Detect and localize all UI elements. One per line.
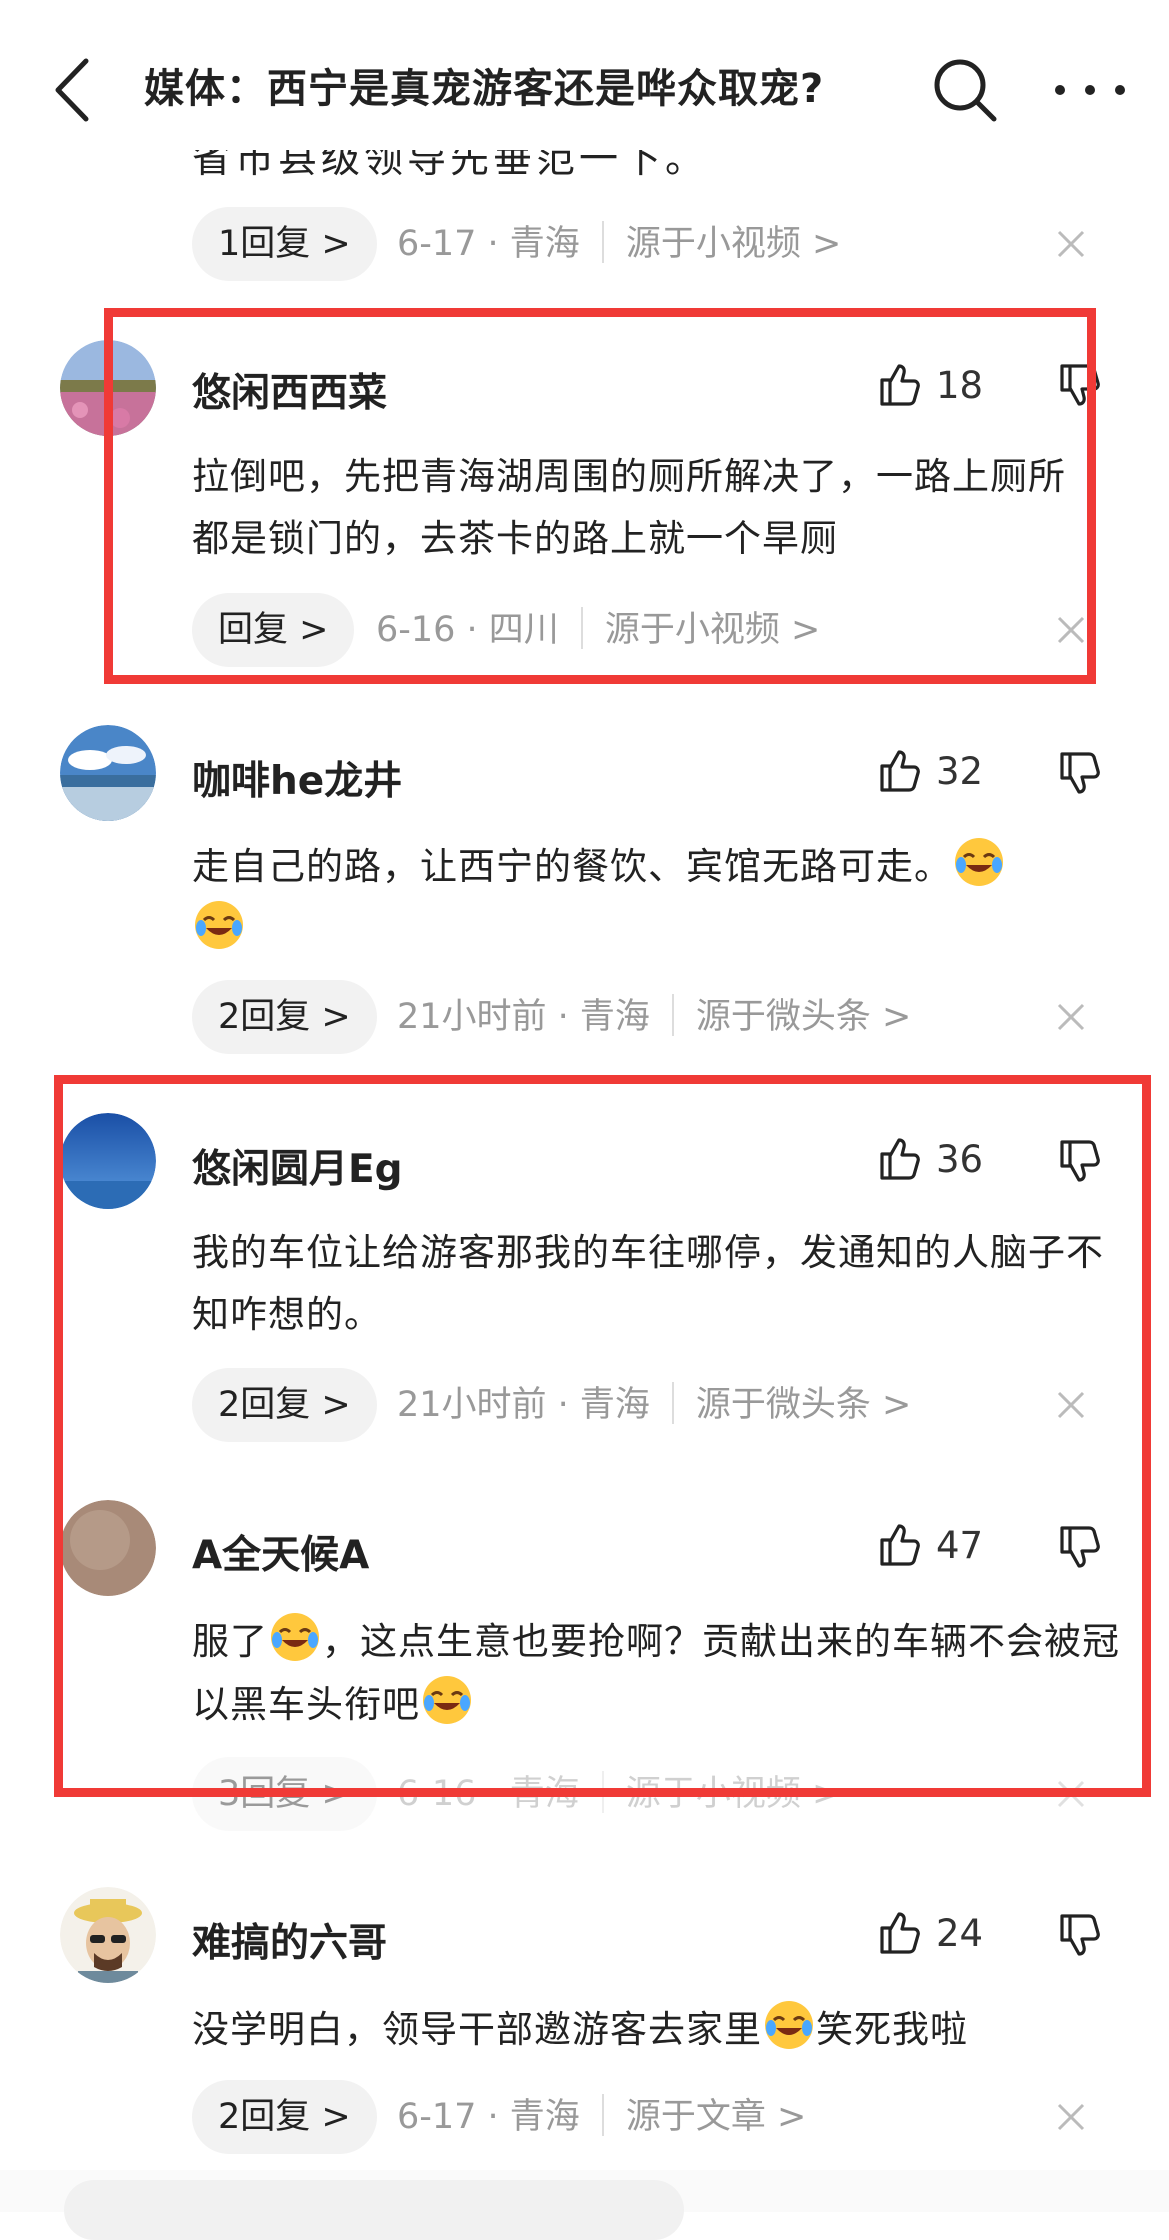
comment-text-part: 没学明白，领导干部邀游客去家里: [192, 2008, 762, 2051]
meta-info: 6-16 · 青海 源于小视频 >: [397, 1757, 841, 1831]
meta-info: 6-17 · 青海 源于文章 >: [397, 2080, 806, 2154]
comment-text-content: 走自己的路，让西宁的餐饮、宾馆无路可走。: [192, 845, 952, 888]
avatar[interactable]: [60, 340, 156, 436]
crying-laughing-emoji: [195, 901, 243, 949]
close-icon[interactable]: [1056, 2102, 1086, 2132]
comment-meta: 1回复 > 6-17 · 青海 源于小视频 >: [192, 207, 1132, 281]
meta-info: 21小时前 · 青海 源于微头条 >: [397, 1368, 911, 1442]
username[interactable]: 咖啡he龙井: [192, 750, 402, 806]
meta-info: 6-16 · 四川 源于小视频 >: [376, 593, 820, 667]
thumbs-down-icon[interactable]: [1056, 1912, 1104, 1960]
date-location: 21小时前 · 青海: [397, 1385, 650, 1425]
date-location: 21小时前 · 青海: [397, 997, 650, 1037]
reply-button[interactable]: 2回复 >: [192, 1368, 377, 1442]
username[interactable]: 难搞的六哥: [192, 1912, 387, 1968]
username[interactable]: A全天候A: [192, 1524, 369, 1580]
divider: [671, 1382, 674, 1424]
page-title: 媒体：西宁是真宠游客还是哗众取宠?: [144, 66, 825, 112]
comment-text: 没学明白，领导干部邀游客去家里 笑死我啦: [192, 1998, 1132, 2061]
divider: [671, 994, 674, 1036]
search-icon[interactable]: [930, 55, 1000, 125]
reply-button[interactable]: 2回复 >: [192, 980, 377, 1054]
reply-button[interactable]: 回复 >: [192, 593, 355, 667]
source-link[interactable]: 源于小视频 >: [626, 1774, 841, 1814]
thumbs-up-icon[interactable]: [876, 1908, 924, 1956]
comment-text-part: 服了: [192, 1620, 268, 1663]
crying-laughing-emoji: [423, 1676, 471, 1724]
source-link[interactable]: 源于文章 >: [626, 2097, 806, 2137]
like-count: 24: [936, 1912, 984, 1955]
date-location: 6-16 · 青海: [397, 1774, 580, 1814]
thumbs-up-icon[interactable]: [876, 360, 924, 408]
like-count: 47: [936, 1524, 984, 1567]
comment-text-part: 笑死我啦: [816, 2008, 968, 2051]
date-location: 6-16 · 四川: [376, 610, 559, 650]
like-count: 18: [936, 364, 984, 407]
comment-meta: 3回复 > 6-16 · 青海 源于小视频 >: [192, 1757, 1132, 1831]
close-icon[interactable]: [1056, 1390, 1086, 1420]
more-icon[interactable]: [1050, 80, 1130, 100]
avatar[interactable]: [60, 1500, 156, 1596]
reply-button[interactable]: 2回复 >: [192, 2080, 377, 2154]
reply-button[interactable]: 1回复 >: [192, 207, 377, 281]
meta-info: 21小时前 · 青海 源于微头条 >: [397, 980, 911, 1054]
crying-laughing-emoji: [271, 1613, 319, 1661]
date-location: 6-17 · 青海: [397, 2097, 580, 2137]
back-arrow-icon[interactable]: [48, 55, 98, 125]
username[interactable]: 悠闲西西菜: [192, 362, 387, 418]
like-count: 32: [936, 750, 984, 793]
source-link[interactable]: 源于微头条 >: [696, 997, 911, 1037]
crying-laughing-emoji: [765, 2001, 813, 2049]
avatar[interactable]: [60, 725, 156, 821]
divider: [601, 221, 604, 263]
source-link[interactable]: 源于小视频 >: [626, 224, 841, 264]
comment-text-part: ，这点生意也要抢啊？贡献出来的车辆不会被冠以黑车头衔吧: [192, 1620, 1120, 1726]
close-icon[interactable]: [1056, 1002, 1086, 1032]
top-bar: 媒体：西宁是真宠游客还是哗众取宠?: [0, 0, 1169, 150]
reply-button[interactable]: 3回复 >: [192, 1757, 377, 1831]
avatar[interactable]: [60, 1113, 156, 1209]
source-link[interactable]: 源于微头条 >: [696, 1385, 911, 1425]
thumbs-up-icon[interactable]: [876, 746, 924, 794]
thumbs-down-icon[interactable]: [1056, 362, 1104, 410]
divider: [580, 607, 583, 649]
thumbs-down-icon[interactable]: [1056, 1138, 1104, 1186]
comment-text: 拉倒吧，先把青海湖周围的厕所解决了，一路上厕所都是锁门的，去茶卡的路上就一个旱厕: [192, 455, 1066, 560]
meta-info: 6-17 · 青海 源于小视频 >: [397, 207, 841, 281]
comment-meta: 2回复 > 21小时前 · 青海 源于微头条 >: [192, 980, 1132, 1054]
comment-text: 我的车位让给游客那我的车往哪停，发通知的人脑子不知咋想的。: [192, 1231, 1104, 1336]
comment-text: 服了 ，这点生意也要抢啊？贡献出来的车辆不会被冠以黑车头衔吧: [192, 1610, 1122, 1736]
close-icon[interactable]: [1056, 229, 1086, 259]
source-link[interactable]: 源于小视频 >: [605, 610, 820, 650]
avatar[interactable]: [60, 1887, 156, 1983]
date-location: 6-17 · 青海: [397, 224, 580, 264]
thumbs-up-icon[interactable]: [876, 1520, 924, 1568]
comment-meta: 2回复 > 21小时前 · 青海 源于微头条 >: [192, 1368, 1132, 1442]
like-count: 36: [936, 1138, 984, 1181]
divider: [601, 2094, 604, 2136]
username[interactable]: 悠闲圆月Eg: [192, 1138, 403, 1194]
crying-laughing-emoji: [955, 838, 1003, 886]
thumbs-down-icon[interactable]: [1056, 1524, 1104, 1572]
thumbs-up-icon[interactable]: [876, 1134, 924, 1182]
close-icon[interactable]: [1056, 1779, 1086, 1809]
comment-meta: 回复 > 6-16 · 四川 源于小视频 >: [192, 593, 1132, 667]
comment-input[interactable]: [64, 2180, 684, 2240]
comment-text: 走自己的路，让西宁的餐饮、宾馆无路可走。: [192, 835, 1132, 961]
close-icon[interactable]: [1056, 615, 1086, 645]
thumbs-down-icon[interactable]: [1056, 750, 1104, 798]
comment-meta: 2回复 > 6-17 · 青海 源于文章 >: [192, 2080, 1132, 2154]
divider: [601, 1771, 604, 1813]
